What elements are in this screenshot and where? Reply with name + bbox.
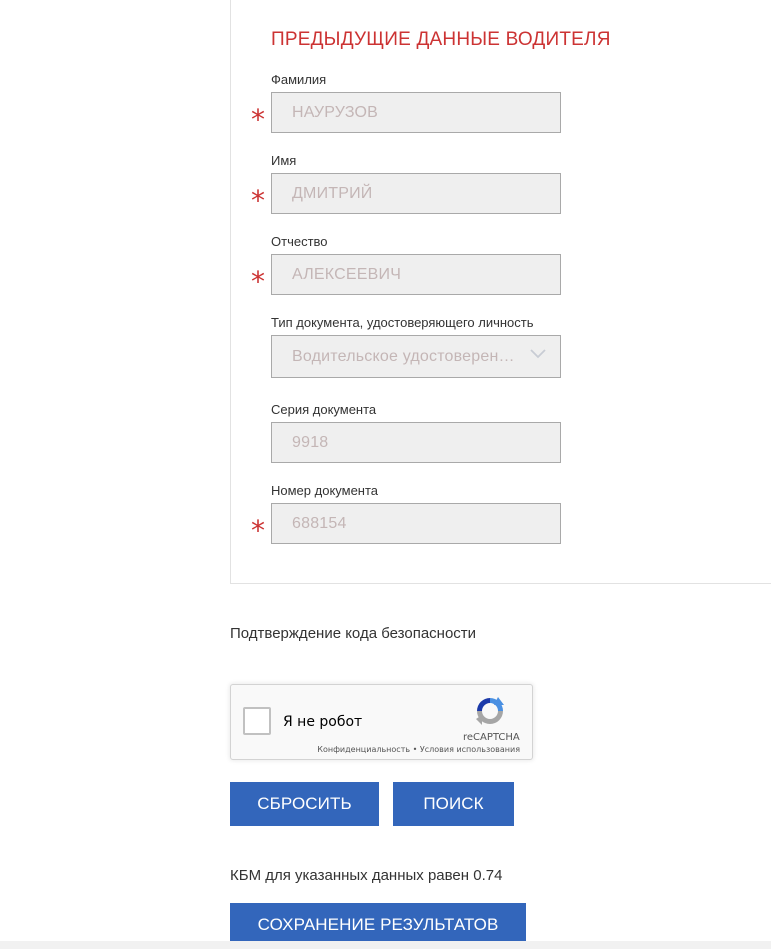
required-mark: * <box>251 103 265 136</box>
link-separator: • <box>412 745 418 754</box>
recaptcha-links: Конфиденциальность • Условия использован… <box>317 745 520 754</box>
patronymic-field[interactable]: АЛЕКСЕЕВИЧ <box>271 254 561 295</box>
search-button[interactable]: ПОИСК <box>393 782 514 826</box>
recaptcha-brand: reCAPTCHA <box>463 732 520 743</box>
doc-series-field[interactable]: 9918 <box>271 422 561 463</box>
privacy-link[interactable]: Конфиденциальность <box>317 745 410 754</box>
reset-button[interactable]: СБРОСИТЬ <box>230 782 379 826</box>
recaptcha-checkbox[interactable] <box>243 707 271 735</box>
recaptcha-logo-icon <box>476 697 504 725</box>
page-bottom-strip <box>0 941 771 949</box>
last-name-field[interactable]: НАУРУЗОВ <box>271 92 561 133</box>
doc-number-field[interactable]: 688154 <box>271 503 561 544</box>
required-mark: * <box>251 514 265 547</box>
required-mark: * <box>251 184 265 217</box>
doc-type-value: Водительское удостоверение <box>292 348 517 365</box>
captcha-title: Подтверждение кода безопасности <box>230 625 477 642</box>
required-mark: * <box>251 265 265 298</box>
doc-number-label: Номер документа <box>271 483 379 498</box>
section-title: ПРЕДЫДУЩИЕ ДАННЫЕ ВОДИТЕЛЯ <box>271 29 611 50</box>
patronymic-label: Отчество <box>271 234 328 249</box>
doc-type-select[interactable]: Водительское удостоверение <box>271 335 561 378</box>
chevron-down-icon <box>530 349 546 359</box>
recaptcha-widget: Я не робот reCAPTCHA Конфиденциальность … <box>230 684 533 760</box>
last-name-label: Фамилия <box>271 72 327 87</box>
first-name-label: Имя <box>271 153 297 168</box>
kbm-result-text: КБМ для указанных данных равен 0.74 <box>230 867 503 884</box>
doc-type-label: Тип документа, удостоверяющего личность <box>271 315 534 330</box>
first-name-field[interactable]: ДМИТРИЙ <box>271 173 561 214</box>
terms-link[interactable]: Условия использования <box>420 745 520 754</box>
recaptcha-label: Я не робот <box>283 714 363 730</box>
doc-series-label: Серия документа <box>271 402 377 417</box>
